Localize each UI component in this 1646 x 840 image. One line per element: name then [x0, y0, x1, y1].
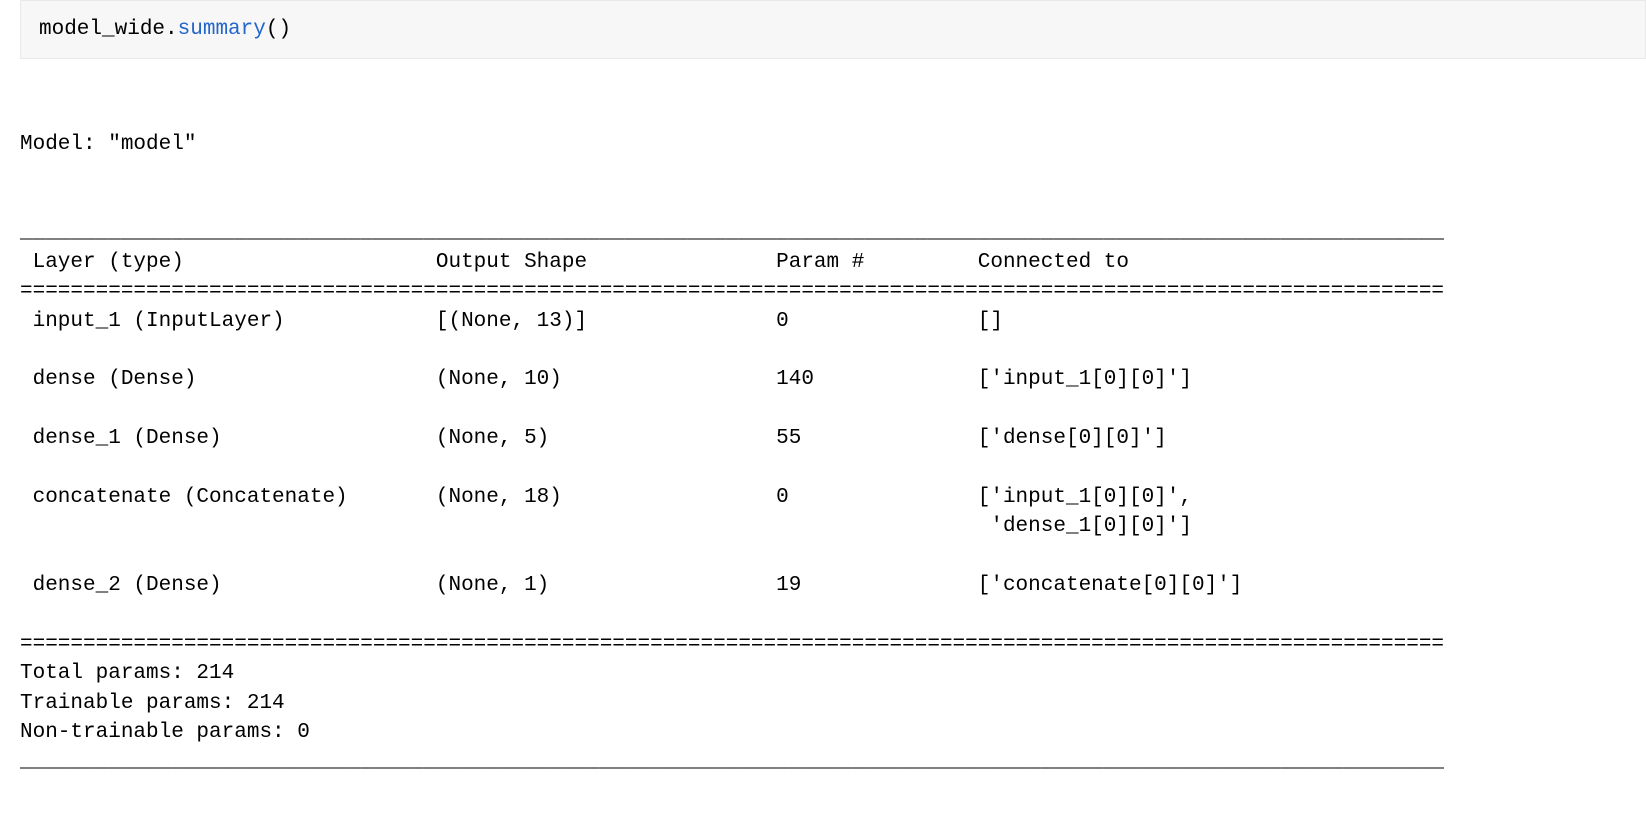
code-dot: . — [165, 18, 178, 41]
model-name-line: Model: "model" — [20, 130, 1646, 159]
output-block: Model: "model" _________________________… — [0, 67, 1646, 839]
code-method: summary — [178, 18, 266, 41]
code-object: model_wide — [39, 18, 165, 41]
code-parens: () — [266, 18, 291, 41]
code-cell[interactable]: model_wide.summary() — [20, 0, 1646, 59]
model-summary-table: ________________________________________… — [20, 218, 1646, 776]
